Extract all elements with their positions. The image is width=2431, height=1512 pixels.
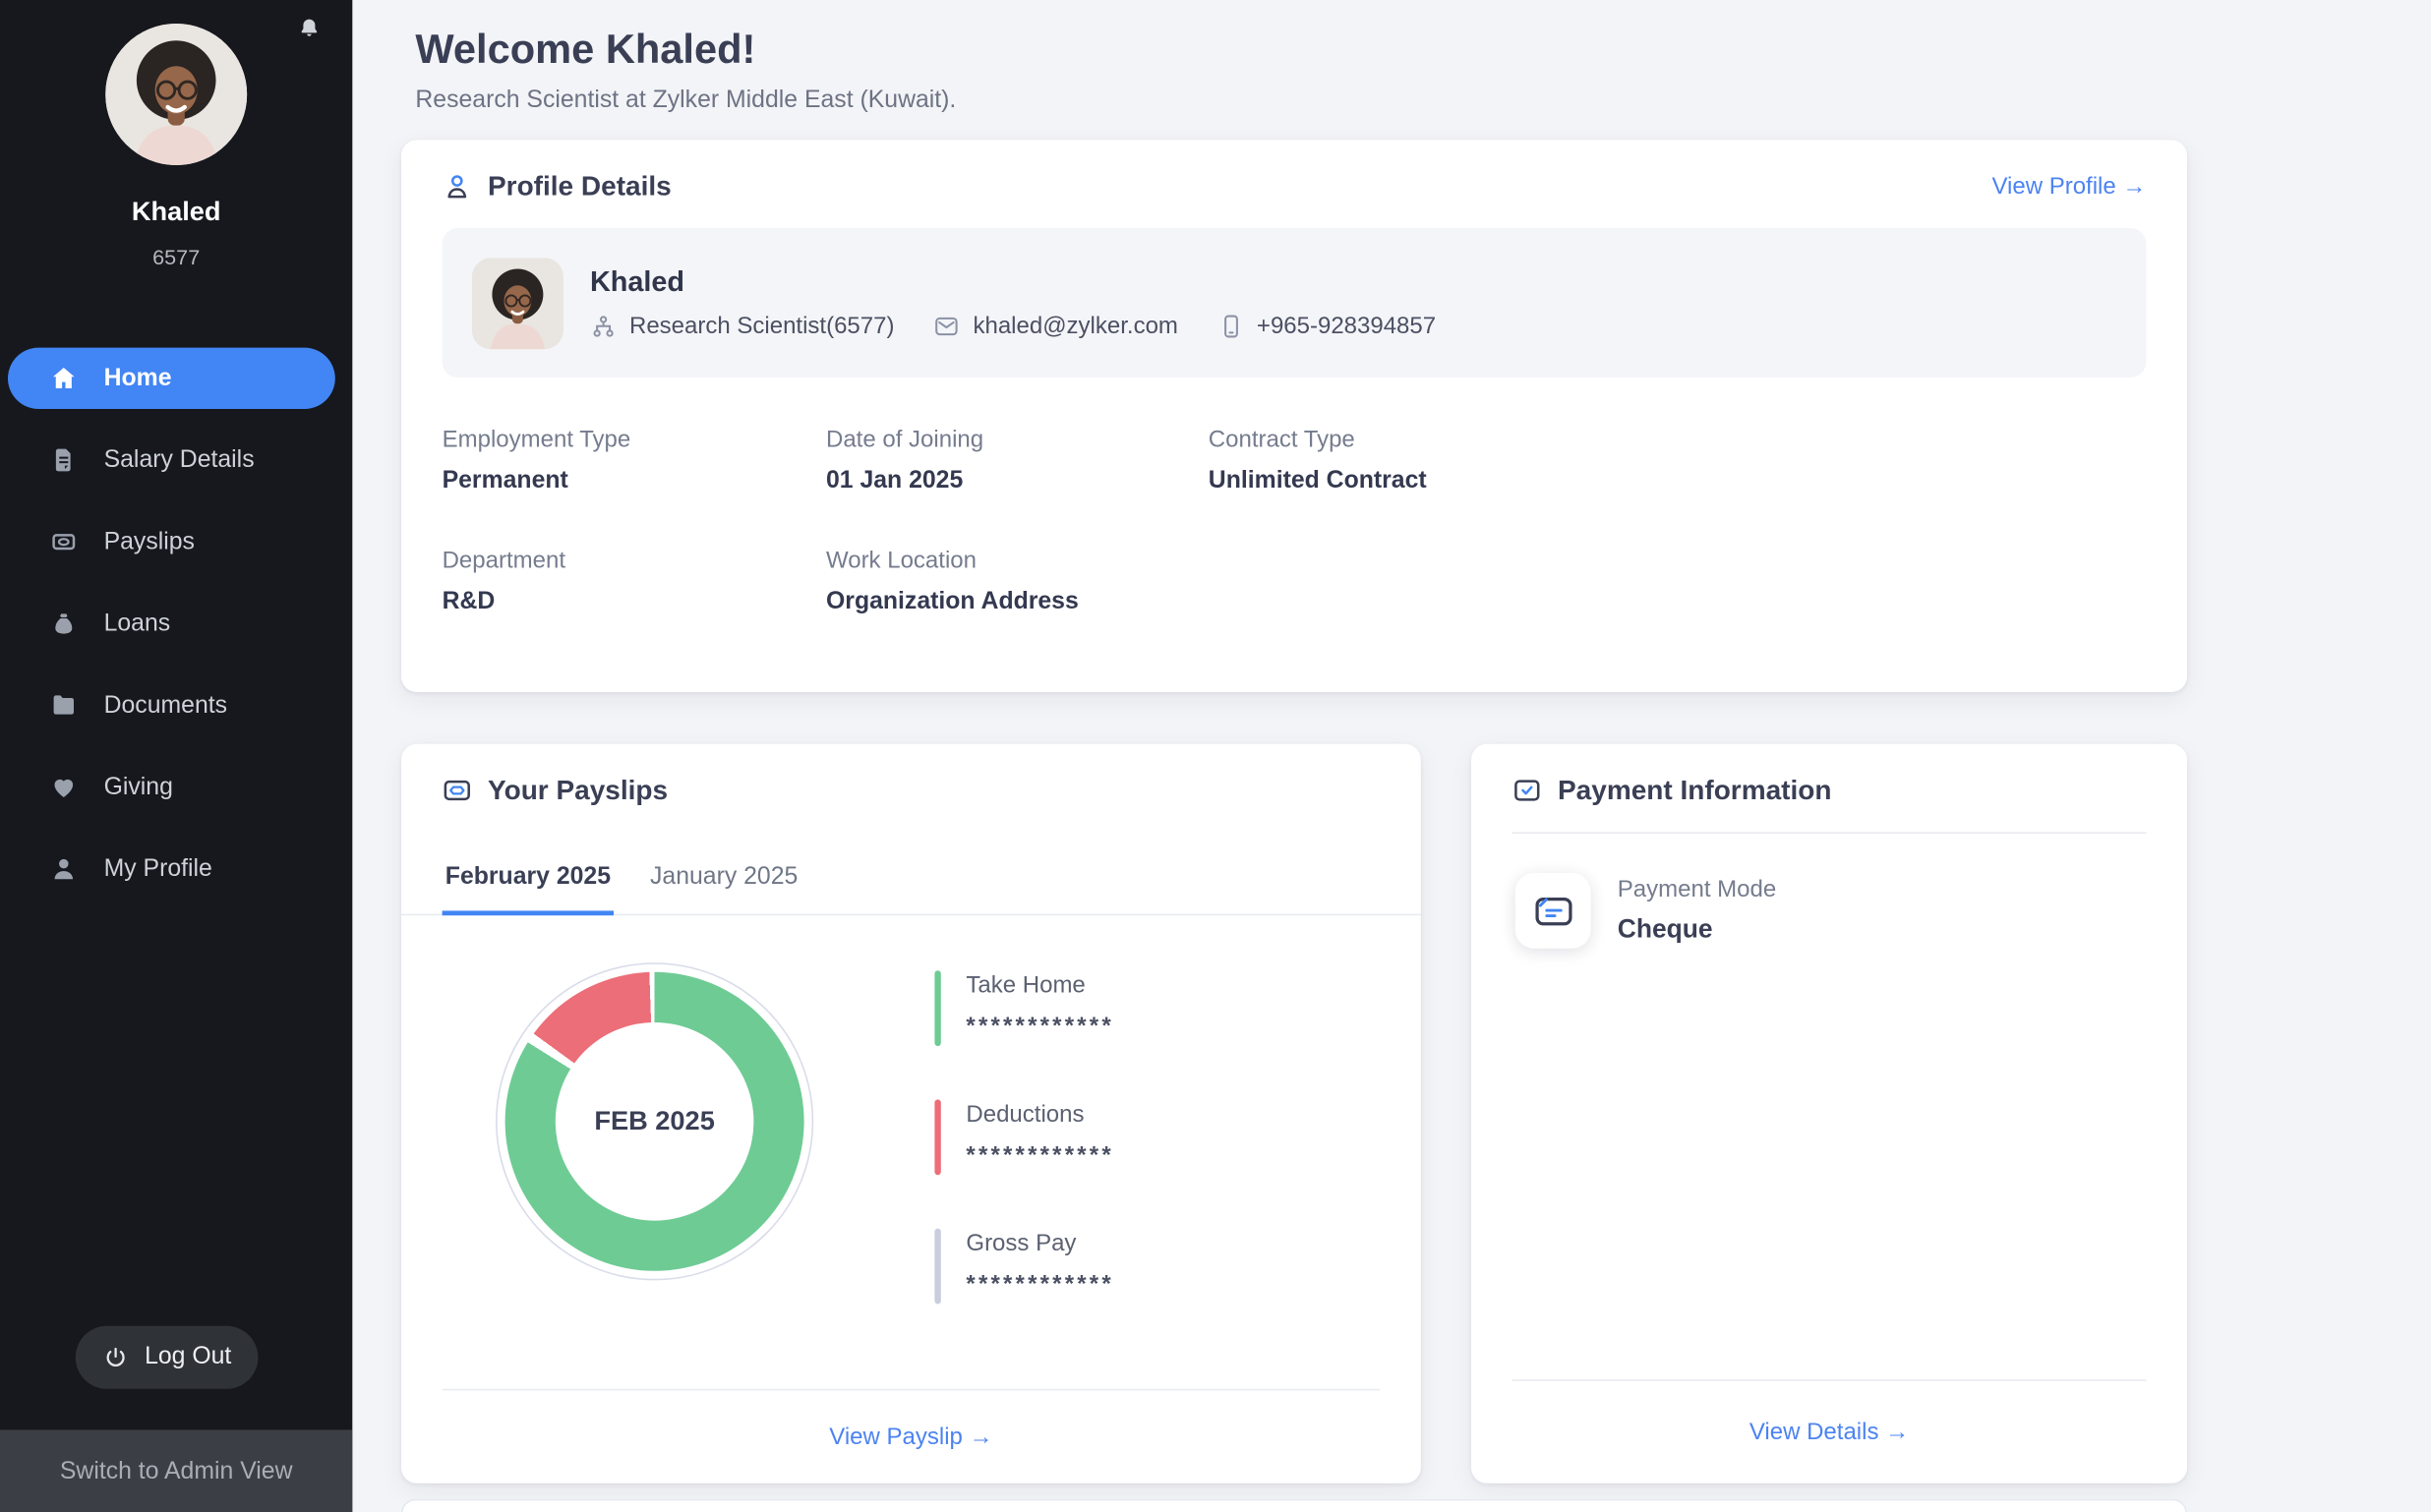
switch-to-admin-view[interactable]: Switch to Admin View — [0, 1429, 352, 1512]
giving-heart-icon — [50, 774, 77, 800]
payment-mode-label: Payment Mode — [1618, 876, 1776, 902]
page-title: Welcome Khaled! — [415, 26, 755, 75]
payslips-icon — [50, 529, 77, 555]
sidebar-user-name: Khaled — [0, 197, 352, 228]
sidebar-item-label: Salary Details — [104, 446, 255, 475]
cheque-icon — [1532, 890, 1574, 932]
sidebar-employee-id: 6577 — [0, 246, 352, 269]
sidebar-item-home[interactable]: Home — [8, 348, 335, 409]
field-contract-type: Contract Type Unlimited Contract — [1209, 427, 2147, 495]
tab-february-2025[interactable]: February 2025 — [443, 849, 615, 915]
phone-item: +965-928394857 — [1217, 313, 1436, 339]
power-icon — [102, 1344, 129, 1370]
legend-color-bar — [934, 1099, 940, 1175]
cheque-tile — [1515, 873, 1591, 949]
sidebar-item-label: Payslips — [104, 528, 195, 556]
sidebar-item-documents[interactable]: Documents — [8, 674, 335, 735]
payslip-note-icon — [443, 776, 472, 805]
legend-color-bar — [934, 1229, 940, 1305]
employee-avatar — [472, 258, 563, 349]
checkbox-check-icon — [1512, 776, 1542, 805]
person-outline-icon — [443, 171, 472, 201]
sidebar-item-label: Documents — [104, 691, 227, 720]
sidebar-item-salary-details[interactable]: Salary Details — [8, 430, 335, 491]
profile-card-title: Profile Details — [488, 170, 672, 204]
field-department: Department R&D — [443, 548, 826, 616]
email-item: khaled@zylker.com — [933, 313, 1177, 339]
sidebar-item-giving[interactable]: Giving — [8, 757, 335, 818]
payment-mode-value: Cheque — [1618, 915, 1776, 945]
mail-icon — [933, 313, 960, 339]
profile-details-card: Profile Details View Profile → — [401, 140, 2187, 692]
logout-button[interactable]: Log Out — [76, 1326, 259, 1389]
sidebar-item-label: Home — [104, 364, 172, 392]
next-card-top-edge — [401, 1499, 2187, 1512]
sidebar-item-my-profile[interactable]: My Profile — [8, 839, 335, 900]
payslips-donut: FEB 2025 — [505, 972, 804, 1271]
legend-deductions: Deductions ************ — [934, 1099, 1114, 1175]
field-employment-type: Employment Type Permanent — [443, 427, 826, 495]
logout-label: Log Out — [145, 1343, 231, 1371]
salary-details-icon — [50, 446, 77, 473]
payslips-card-title: Your Payslips — [488, 774, 668, 807]
employee-portal: Khaled 6577 Home Salary Details Payslips — [0, 0, 2431, 1512]
my-profile-icon — [50, 855, 77, 882]
loans-icon — [50, 611, 77, 637]
view-profile-link[interactable]: View Profile → — [1991, 173, 2146, 200]
sidebar-item-payslips[interactable]: Payslips — [8, 511, 335, 572]
sidebar-item-label: My Profile — [104, 855, 212, 884]
sidebar-nav: Home Salary Details Payslips Loans — [0, 348, 352, 901]
employee-email: khaled@zylker.com — [973, 313, 1177, 339]
mobile-phone-icon — [1217, 313, 1244, 339]
employment-details-grid: Employment Type Permanent Date of Joinin… — [401, 378, 2187, 616]
your-payslips-card: Your Payslips February 2025 January 2025… — [401, 744, 1421, 1483]
user-avatar — [105, 24, 247, 165]
view-details-link[interactable]: View Details → — [1749, 1419, 1909, 1445]
donut-center-label: FEB 2025 — [505, 972, 804, 1271]
field-date-of-joining: Date of Joining 01 Jan 2025 — [826, 427, 1209, 495]
sidebar-item-label: Loans — [104, 610, 171, 638]
sidebar-item-loans[interactable]: Loans — [8, 593, 335, 654]
sidebar-item-label: Giving — [104, 773, 173, 801]
sidebar: Khaled 6577 Home Salary Details Payslips — [0, 0, 352, 1512]
legend-color-bar — [934, 970, 940, 1046]
tab-january-2025[interactable]: January 2025 — [647, 849, 801, 915]
page-subtitle: Research Scientist at Zylker Middle East… — [415, 87, 956, 115]
employee-phone: +965-928394857 — [1257, 313, 1436, 339]
home-icon — [50, 365, 77, 391]
documents-icon — [50, 692, 77, 719]
notification-bell-icon[interactable] — [297, 16, 321, 42]
payment-card-title: Payment Information — [1558, 774, 1832, 807]
employee-designation: Research Scientist(6577) — [629, 313, 894, 339]
payslip-month-tabs: February 2025 January 2025 — [401, 849, 1421, 915]
legend-take-home: Take Home ************ — [934, 970, 1114, 1046]
payslip-donut-chart: FEB 2025 — [496, 962, 813, 1280]
hierarchy-icon — [590, 313, 617, 339]
designation-item: Research Scientist(6577) — [590, 313, 894, 339]
employee-name: Khaled — [590, 265, 1436, 299]
legend-gross-pay: Gross Pay ************ — [934, 1229, 1114, 1305]
view-payslip-link[interactable]: View Payslip → — [829, 1424, 992, 1450]
payment-information-card: Payment Information Payment Mode Cheque … — [1471, 744, 2187, 1483]
employee-summary-banner: Khaled Research Scientist(6577) — [443, 228, 2147, 378]
main-content: Welcome Khaled! Research Scientist at Zy… — [352, 0, 2431, 1512]
payslip-legend: Take Home ************ Deductions ******… — [934, 962, 1114, 1358]
field-work-location: Work Location Organization Address — [826, 548, 1209, 616]
